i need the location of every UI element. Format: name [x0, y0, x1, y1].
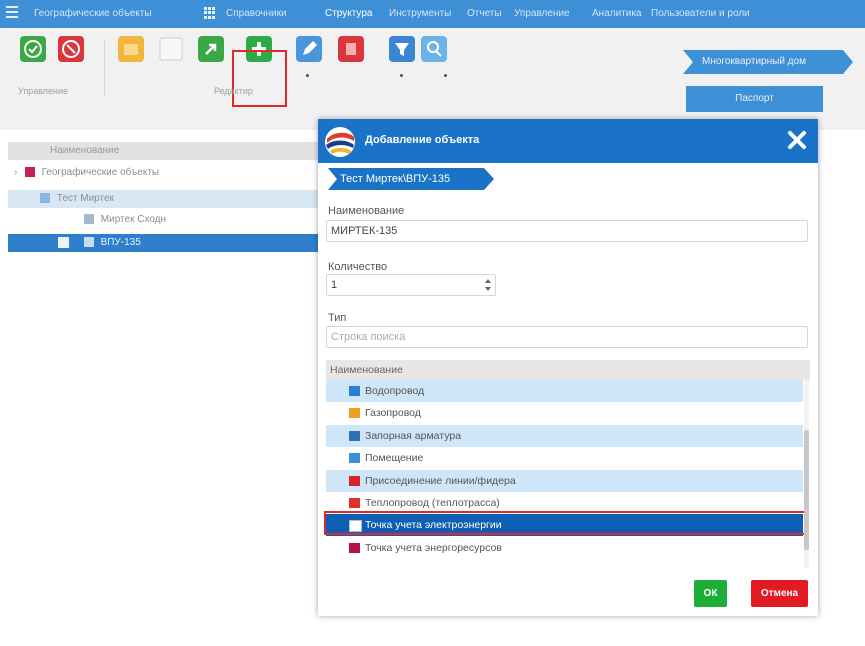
gas-pipe-icon	[349, 408, 360, 418]
dropdown-dot	[444, 74, 447, 77]
building-icon	[40, 193, 50, 204]
quantity-label: Количество	[328, 261, 388, 273]
type-list-item[interactable]: Точка учета энергоресурсов	[326, 537, 803, 559]
list-scrollbar[interactable]	[804, 380, 809, 568]
menu-item-directories[interactable]: Справочники	[226, 8, 287, 19]
folder-icon	[24, 167, 35, 178]
heat-pipe-icon	[349, 498, 360, 508]
type-list-item-label: Точка учета энергоресурсов	[365, 542, 502, 554]
delete-icon[interactable]	[338, 36, 364, 62]
list-scrollbar-thumb[interactable]	[804, 430, 809, 550]
filter-icon[interactable]	[389, 36, 415, 62]
tree-row[interactable]: Миртек Сходн	[8, 211, 320, 229]
edit-pencil-icon[interactable]	[296, 36, 322, 62]
menu-item-geo[interactable]: Географические объекты	[34, 8, 152, 19]
valve-icon	[349, 431, 360, 441]
type-list-header: Наименование	[326, 360, 810, 380]
menu-item-analytics[interactable]: Аналитика	[592, 8, 642, 19]
search-icon[interactable]	[421, 36, 447, 62]
type-list-item-label: Газопровод	[365, 407, 421, 419]
folder-icon[interactable]	[118, 36, 144, 62]
feeder-icon	[349, 476, 360, 486]
passport-button[interactable]: Паспорт	[686, 86, 823, 112]
type-list-item[interactable]: Присоединение линии/фидера	[326, 470, 803, 492]
menu-item-structure[interactable]: Структура	[325, 8, 372, 19]
type-list-item-label: Присоединение линии/фидера	[365, 475, 516, 487]
close-icon[interactable]	[784, 127, 810, 153]
panel-icon	[83, 237, 94, 248]
type-list-item-label: Помещение	[365, 452, 424, 464]
name-field[interactable]: МИРТЕК-135	[326, 220, 808, 242]
type-list-item[interactable]: Газопровод	[326, 402, 803, 424]
tree-row-label: Тест Миртек	[56, 193, 114, 204]
blank-document-icon[interactable]	[158, 36, 184, 62]
menu-item-management[interactable]: Управление	[514, 8, 570, 19]
type-label: Тип	[328, 312, 347, 324]
cancel-button[interactable]: Отмена	[751, 580, 808, 607]
name-label: Наименование	[328, 205, 405, 217]
tree-row[interactable]: Тест Миртек	[8, 190, 320, 208]
type-list: Водопровод Газопровод Запорная арматура Пом…	[324, 380, 806, 568]
water-pipe-icon	[349, 386, 360, 396]
selected-item-highlight	[324, 511, 806, 535]
type-list-item[interactable]: Запорная арматура	[326, 425, 803, 447]
manage-green-icon[interactable]	[20, 36, 46, 62]
type-list-item-label: Водопровод	[365, 385, 425, 397]
add-object-highlight	[232, 50, 287, 107]
app-logo-icon	[325, 127, 355, 157]
type-list-item[interactable]: Водопровод	[326, 380, 803, 402]
type-list-item[interactable]: Помещение	[326, 447, 803, 469]
tree-row[interactable]: › Географические объекты	[14, 164, 320, 182]
tree-row-label: Миртек Сходн	[100, 214, 167, 225]
top-menu-bar: Географические объекты Справочники Струк…	[0, 0, 865, 28]
quantity-stepper[interactable]: 1	[326, 274, 496, 296]
spinner-arrows-icon[interactable]	[484, 277, 492, 293]
toolbar-group-edit-label: Редактир	[214, 86, 253, 96]
tree-row-selected[interactable]: ВПУ-135	[8, 234, 320, 252]
tree-header: Наименование	[8, 142, 320, 160]
add-object-dialog: Добавление объекта Тест Миртек\ВПУ-135 Н…	[318, 119, 818, 616]
menu-item-tools[interactable]: Инструменты	[389, 8, 451, 19]
grid-icon	[204, 7, 216, 19]
dropdown-dot	[306, 74, 309, 77]
building-icon	[84, 214, 94, 225]
move-arrow-icon[interactable]	[198, 36, 224, 62]
dialog-title: Добавление объекта	[365, 134, 480, 146]
type-list-item-label: Запорная арматура	[365, 430, 462, 442]
dialog-breadcrumb-label: Тест Миртек\ВПУ-135	[340, 173, 451, 185]
tree-row-label: ВПУ-135	[100, 237, 141, 248]
type-search-input[interactable]: Строка поиска	[326, 326, 808, 348]
toolbar-separator	[104, 40, 105, 96]
quantity-value: 1	[331, 279, 338, 291]
menu-item-reports[interactable]: Отчеты	[467, 8, 502, 19]
energy-meter-icon	[349, 543, 360, 553]
manage-red-icon[interactable]	[58, 36, 84, 62]
dropdown-dot	[400, 74, 403, 77]
dialog-header: Добавление объекта	[318, 119, 818, 163]
room-icon	[349, 453, 360, 463]
toolbar-group-management-label: Управление	[18, 86, 69, 96]
tree-row-label: Географические объекты	[41, 167, 160, 178]
right-breadcrumb-label: Многоквартирный дом	[702, 56, 806, 67]
hamburger-menu-icon[interactable]	[6, 6, 18, 20]
tree-expand-icon[interactable]: ›	[14, 164, 22, 182]
ok-button[interactable]: ОК	[694, 580, 727, 607]
checkbox[interactable]	[58, 236, 69, 248]
menu-item-users-roles[interactable]: Пользователи и роли	[651, 8, 750, 19]
